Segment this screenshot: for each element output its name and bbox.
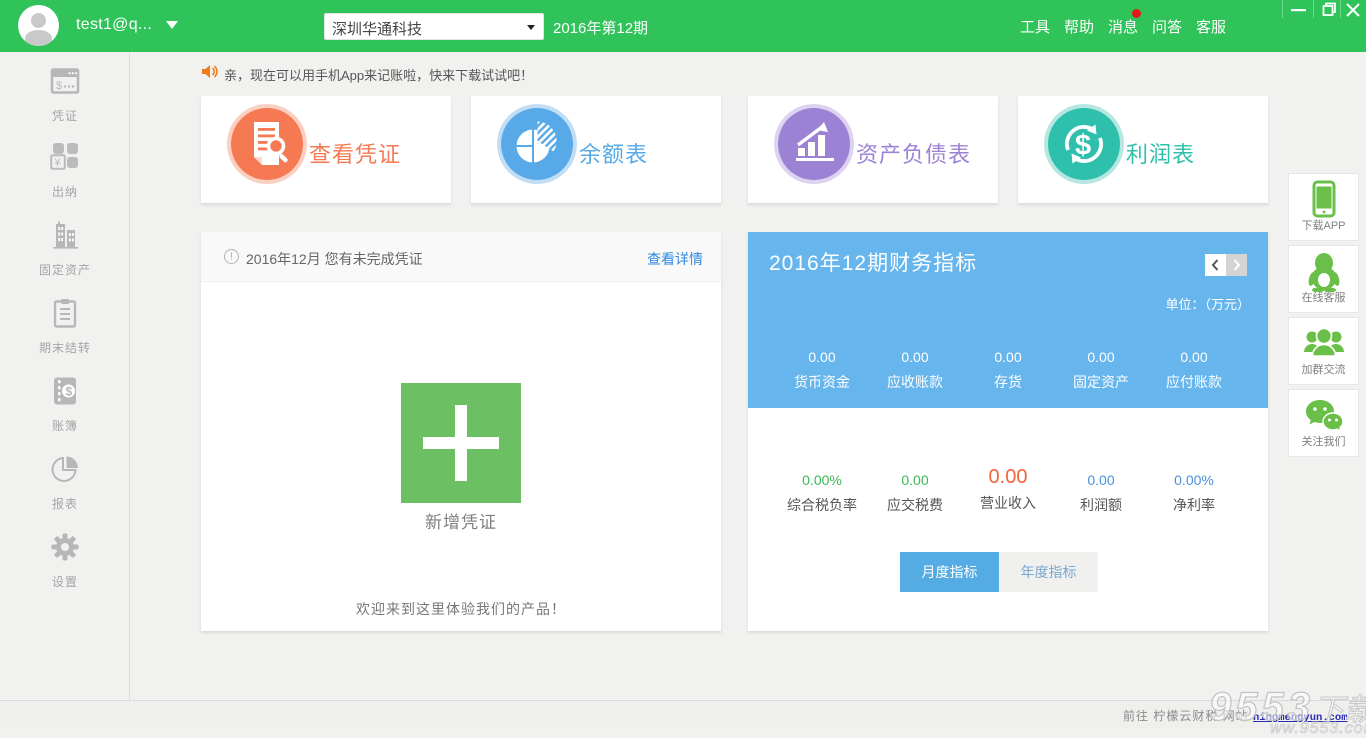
svg-text:¥: ¥	[54, 157, 62, 169]
svg-text:$: $	[56, 80, 62, 92]
svg-text:$: $	[66, 385, 73, 399]
svg-text:$: $	[1075, 130, 1091, 162]
